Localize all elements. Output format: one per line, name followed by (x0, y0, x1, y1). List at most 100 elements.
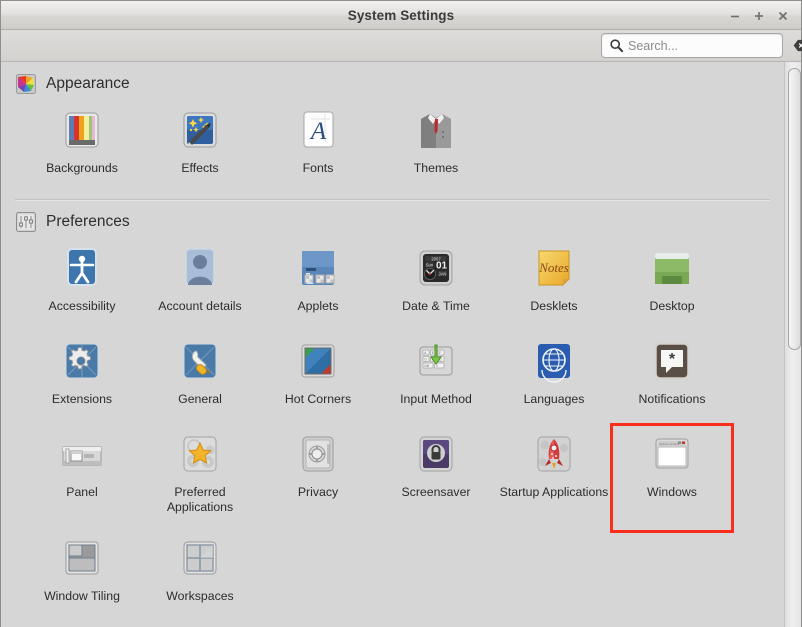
extensions-icon (58, 339, 106, 387)
date-time-icon: 2007 Sun 01 JAN (412, 246, 460, 294)
settings-item-label: Workspaces (166, 589, 234, 603)
section-appearance: Appearance Backgrounds Effects A Fonts T… (1, 62, 784, 187)
svg-text:Ctrl: Ctrl (424, 364, 429, 368)
window-tiling-icon (58, 536, 106, 584)
settings-item-label: Account details (158, 299, 242, 313)
hot-corners-icon (294, 339, 342, 387)
settings-item-windows[interactable]: Options window Windows (610, 423, 734, 533)
settings-item-hot-corners[interactable]: Hot Corners (259, 333, 377, 426)
settings-item-startup-applications[interactable]: Startup Applications (495, 426, 613, 530)
settings-item-label: Privacy (297, 485, 339, 499)
section-title-appearance: Appearance (46, 75, 130, 92)
settings-item-label: Input Method (400, 392, 472, 406)
maximize-button[interactable] (749, 6, 769, 26)
settings-item-privacy[interactable]: Privacy (259, 426, 377, 530)
notifications-icon: * (648, 339, 696, 387)
minimize-button[interactable] (725, 6, 745, 26)
settings-item-label: Date & Time (402, 299, 470, 313)
settings-item-label: Languages (523, 392, 585, 406)
svg-text:A: A (309, 118, 327, 145)
vertical-scrollbar[interactable] (784, 62, 801, 627)
svg-text:E: E (432, 351, 434, 355)
settings-item-input-method[interactable]: AEF OMD Ctrl0 Input Method (377, 333, 495, 426)
title-bar: System Settings (1, 1, 801, 30)
panel-icon (58, 432, 106, 480)
settings-item-backgrounds[interactable]: Backgrounds (23, 102, 141, 187)
settings-item-account-details[interactable]: Account details (141, 240, 259, 333)
settings-item-desklets[interactable]: Notes Desklets (495, 240, 613, 333)
settings-item-notifications[interactable]: * Notifications (613, 333, 731, 426)
settings-item-label: Panel (66, 485, 98, 499)
svg-text:01: 01 (436, 261, 448, 272)
settings-item-label: Themes (413, 161, 459, 175)
desktop-icon (648, 246, 696, 294)
settings-content: Appearance Backgrounds Effects A Fonts T… (1, 62, 801, 627)
settings-item-accessibility[interactable]: Accessibility (23, 240, 141, 333)
section-header-preferences: Preferences (1, 200, 784, 232)
close-button[interactable] (773, 6, 793, 26)
applets-icon (294, 246, 342, 294)
settings-item-label: Accessibility (48, 299, 116, 313)
settings-item-label: Preferred Applications (166, 485, 234, 514)
settings-item-label: Desklets (530, 299, 578, 313)
search-input[interactable] (624, 38, 793, 53)
settings-item-general[interactable]: General (141, 333, 259, 426)
workspaces-icon (176, 536, 224, 584)
appearance-color-wheel-icon (15, 73, 37, 95)
settings-item-languages[interactable]: Languages (495, 333, 613, 426)
settings-item-label: Notifications (638, 392, 706, 406)
settings-item-label: Applets (297, 299, 339, 313)
scrollbar-thumb[interactable] (788, 68, 801, 350)
themes-icon (412, 108, 460, 156)
search-icon (609, 38, 624, 53)
settings-item-fonts[interactable]: A Fonts (259, 102, 377, 187)
appearance-grid: Backgrounds Effects A Fonts Themes (1, 94, 784, 187)
settings-item-extensions[interactable]: Extensions (23, 333, 141, 426)
svg-text:Sun: Sun (426, 262, 434, 267)
section-title-preferences: Preferences (46, 213, 130, 230)
svg-text:JAN: JAN (439, 271, 447, 276)
effects-icon (176, 108, 224, 156)
svg-text:F: F (439, 351, 441, 355)
settings-item-label: Windows (647, 485, 697, 499)
accessibility-icon (58, 246, 106, 294)
settings-item-label: Hot Corners (284, 392, 352, 406)
settings-item-date-time[interactable]: 2007 Sun 01 JAN Date & Time (377, 240, 495, 333)
settings-item-label: Desktop (649, 299, 695, 313)
settings-item-label: Window Tiling (44, 589, 120, 603)
settings-item-panel[interactable]: Panel (23, 426, 141, 530)
settings-item-applets[interactable]: Applets (259, 240, 377, 333)
settings-item-themes[interactable]: Themes (377, 102, 495, 187)
preferences-grid: Accessibility Account details Applets 20… (1, 232, 784, 623)
settings-item-label: Backgrounds (46, 161, 118, 175)
account-details-icon (176, 246, 224, 294)
section-header-appearance: Appearance (1, 62, 784, 94)
settings-item-label: General (178, 392, 222, 406)
settings-item-effects[interactable]: Effects (141, 102, 259, 187)
settings-item-screensaver[interactable]: Screensaver (377, 426, 495, 530)
scroll-area: Appearance Backgrounds Effects A Fonts T… (1, 62, 784, 627)
settings-item-window-tiling[interactable]: Window Tiling (23, 530, 141, 623)
svg-text:Notes: Notes (538, 260, 569, 275)
desklets-icon: Notes (530, 246, 578, 294)
settings-item-label: Extensions (51, 392, 113, 406)
general-icon (176, 339, 224, 387)
clear-icon[interactable] (793, 39, 802, 52)
window-controls (725, 1, 793, 30)
toolbar (1, 30, 802, 62)
settings-item-workspaces[interactable]: Workspaces (141, 530, 259, 623)
settings-item-preferred-applications[interactable]: Preferred Applications (141, 426, 259, 530)
privacy-icon (294, 432, 342, 480)
settings-item-label: Startup Applications (499, 485, 609, 499)
settings-item-desktop[interactable]: Desktop (613, 240, 731, 333)
screensaver-icon (412, 432, 460, 480)
preferred-applications-icon (176, 432, 224, 480)
settings-item-label: Fonts (302, 161, 334, 175)
preferences-sliders-icon (15, 211, 37, 233)
input-method-icon: AEF OMD Ctrl0 (412, 339, 460, 387)
svg-text:*: * (669, 351, 676, 368)
settings-item-label: Screensaver (401, 485, 471, 499)
section-preferences: Preferences Accessibility Account detail… (1, 200, 784, 623)
search-box[interactable] (601, 33, 802, 58)
backgrounds-icon (58, 108, 106, 156)
